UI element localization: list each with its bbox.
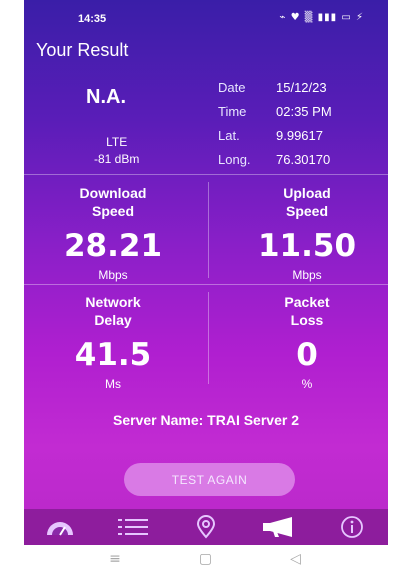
detail-value: 15/12/23 [276,80,327,95]
packet-loss-value: 0 [296,337,318,373]
detail-value: 02:35 PM [276,104,332,119]
system-navigation-bar: ≡ ▢ ◁ [0,545,410,573]
nav-item-history[interactable] [97,509,170,545]
detail-row-lat: Lat. 9.99617 [218,128,332,152]
metric-label-line: Speed [285,203,328,219]
page-title: Your Result [36,40,129,60]
metric-label: Download Speed [38,184,188,220]
detail-row-time: Time 02:35 PM [218,104,332,128]
download-speed-value: 28.21 [63,228,163,264]
detail-key: Time [218,104,247,119]
upload-speed-card: Upload Speed 11.50 Mbps [232,184,382,282]
upload-speed-value: 11.50 [257,228,357,264]
location-pin-icon [196,515,215,539]
speedometer-icon [47,522,74,536]
detail-key: Lat. [218,128,240,143]
packet-loss-card: Packet Loss 0 % [232,293,382,391]
detail-value: 76.30170 [276,152,331,167]
detail-key: Long. [218,152,251,167]
divider [208,292,209,384]
metric-label-line: Upload [283,185,331,201]
status-bar: 14:35 ⌁ ♥ ▒ ▮▮▮ ▭ ⚡ [24,0,388,34]
app-screen: 14:35 ⌁ ♥ ▒ ▮▮▮ ▭ ⚡ Your Result N.A. LTE… [24,0,388,545]
divider [24,174,388,175]
back-button[interactable]: ◁ [290,551,301,567]
home-button[interactable]: ▢ [199,551,212,567]
detail-row-long: Long. 76.30170 [218,152,332,176]
metric-label-line: Network [85,294,141,310]
metric-unit: Mbps [292,268,322,282]
bottom-navigation [24,509,388,545]
test-again-button[interactable]: TEST AGAIN [124,463,295,496]
metric-unit: % [301,377,313,391]
divider [208,182,209,278]
detail-row-date: Date 15/12/23 [218,80,332,104]
download-speed-card: Download Speed 28.21 Mbps [38,184,188,282]
recent-apps-button[interactable]: ≡ [109,551,121,567]
metric-label-line: Speed [91,203,134,219]
nav-item-location[interactable] [170,509,243,545]
info-icon [340,516,363,538]
metric-label-line: Packet [284,294,330,310]
metric-label: Upload Speed [232,184,382,220]
network-delay-card: Network Delay 41.5 Ms [38,293,188,391]
network-info: LTE -81 dBm [94,134,139,168]
nav-item-about[interactable] [315,509,388,545]
divider [24,284,388,285]
nav-item-speedtest[interactable] [24,509,97,545]
detail-value: 9.99617 [276,128,323,143]
detail-key: Date [218,80,246,95]
network-delay-value: 41.5 [74,337,152,373]
status-time: 14:35 [78,13,107,25]
test-details: Date 15/12/23 Time 02:35 PM Lat. 9.99617… [218,80,332,176]
metric-label-line: Loss [290,312,324,328]
list-icon [118,519,149,535]
network-type: LTE [106,135,128,149]
signal-strength: -81 dBm [94,152,140,166]
status-icons: ⌁ ♥ ▒ ▮▮▮ ▭ ⚡ [279,12,364,23]
megaphone-icon [262,517,292,537]
metric-unit: Mbps [98,268,128,282]
metric-unit: Ms [105,377,121,391]
metric-label-line: Download [79,185,147,201]
metric-label: Network Delay [38,293,188,329]
server-name: Server Name: TRAI Server 2 [113,412,299,428]
nav-item-feedback[interactable] [242,509,315,545]
status-indicators: ⌁ ♥ ▒ ▮▮▮ ▭ ⚡ [279,12,364,23]
metric-label: Packet Loss [232,293,382,329]
metric-label-line: Delay [94,312,132,328]
operator-name: N.A. [86,86,126,108]
